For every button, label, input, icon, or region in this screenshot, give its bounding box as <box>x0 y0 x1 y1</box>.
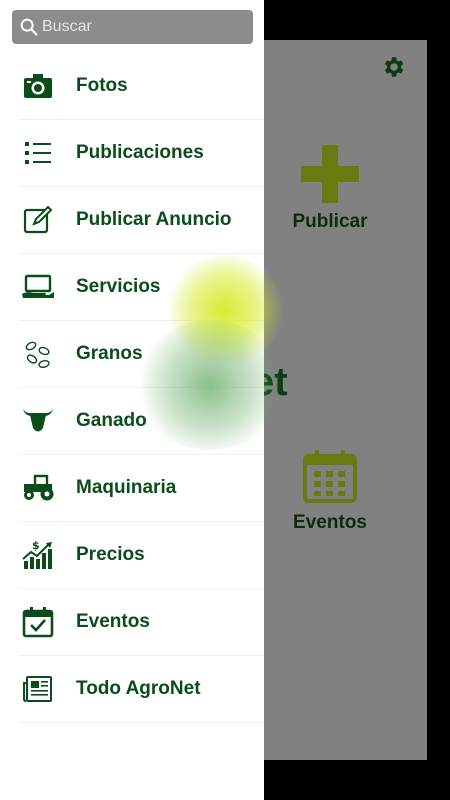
edit-icon <box>18 200 58 240</box>
newspaper-icon <box>18 669 58 709</box>
menu-item-label: Fotos <box>76 75 128 96</box>
menu-item-label: Servicios <box>76 276 161 297</box>
menu-item-publicaciones[interactable]: Publicaciones <box>18 120 264 187</box>
search-bar[interactable] <box>12 10 253 44</box>
price-chart-icon: $ <box>18 535 58 575</box>
menu-item-fotos[interactable]: Fotos <box>18 53 264 120</box>
menu-item-label: Eventos <box>76 611 150 632</box>
eventos-label: Eventos <box>293 512 367 533</box>
tractor-icon <box>18 468 58 508</box>
decorative-glow <box>135 320 285 450</box>
svg-text:$: $ <box>32 539 40 552</box>
search-input[interactable] <box>40 18 242 36</box>
calendar-check-icon <box>18 602 58 642</box>
settings-gear-icon[interactable] <box>380 54 406 80</box>
publicar-label: Publicar <box>292 211 368 232</box>
laptop-hand-icon <box>18 267 58 307</box>
menu-item-publicar-anuncio[interactable]: Publicar Anuncio <box>18 187 264 254</box>
camera-icon <box>18 66 58 106</box>
menu-item-label: Precios <box>76 544 145 565</box>
menu-item-label: Ganado <box>76 410 147 431</box>
menu-item-maquinaria[interactable]: Maquinaria <box>18 455 264 522</box>
search-icon <box>20 18 38 36</box>
menu-item-label: Granos <box>76 343 143 364</box>
eventos-tile[interactable]: Eventos <box>286 448 374 534</box>
menu-item-label: Todo AgroNet <box>76 678 201 699</box>
menu-item-label: Publicaciones <box>76 142 204 163</box>
list-icon <box>18 133 58 173</box>
publicar-tile[interactable]: Publicar <box>282 145 378 233</box>
beans-icon <box>18 334 58 374</box>
menu-item-eventos[interactable]: Eventos <box>18 589 264 656</box>
cattle-icon <box>18 401 58 441</box>
menu-item-label: Maquinaria <box>76 477 177 498</box>
plus-icon <box>301 145 359 203</box>
calendar-icon <box>303 450 357 503</box>
menu-item-label: Publicar Anuncio <box>76 209 232 230</box>
menu-item-todo-agronet[interactable]: Todo AgroNet <box>18 656 264 723</box>
menu-item-precios[interactable]: $ Precios <box>18 522 264 589</box>
